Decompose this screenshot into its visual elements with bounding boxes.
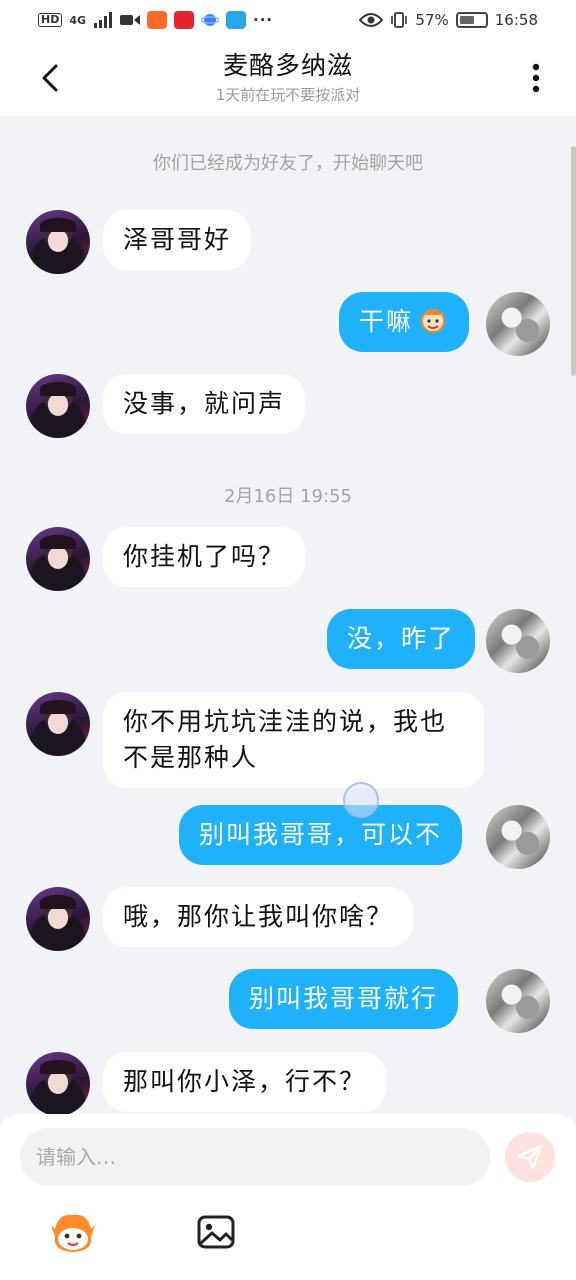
- sticker-face-icon: [421, 309, 446, 333]
- contact-avatar[interactable]: [26, 1052, 90, 1114]
- outgoing-message[interactable]: 没，昨了: [327, 609, 476, 669]
- battery-percent: 57%: [415, 11, 449, 29]
- vibrate-icon: [391, 12, 408, 28]
- outgoing-message[interactable]: 别叫我哥哥，可以不: [179, 805, 463, 865]
- contact-avatar[interactable]: [26, 527, 90, 591]
- more-options-button[interactable]: [516, 58, 556, 98]
- image-button[interactable]: [194, 1210, 238, 1254]
- contact-avatar[interactable]: [26, 374, 90, 438]
- eye-icon: [359, 13, 384, 27]
- message-list[interactable]: 你们已经成为好友了，开始聊天吧 泽哥哥好 干嘛 没事，就问声 2月16日 19:…: [0, 116, 576, 1114]
- contact-avatar[interactable]: [26, 210, 90, 274]
- timestamp: 2月16日 19:55: [224, 486, 352, 507]
- outgoing-message[interactable]: 别叫我哥哥就行: [229, 969, 459, 1029]
- my-avatar[interactable]: [486, 805, 550, 869]
- signal-icon: [94, 12, 113, 28]
- more-notifications: ···: [253, 11, 274, 29]
- app-notification-icon: [174, 11, 195, 29]
- page-title: 麦酪多纳滋: [222, 51, 353, 80]
- chat-header: 麦酪多纳滋 1天前在玩不要按派对: [0, 40, 576, 116]
- composer: [0, 1114, 576, 1280]
- send-button[interactable]: [505, 1132, 555, 1182]
- send-icon: [517, 1144, 543, 1170]
- image-icon: [197, 1215, 235, 1249]
- incoming-message[interactable]: 泽哥哥好: [103, 210, 252, 270]
- hd-badge: HD: [38, 13, 63, 27]
- incoming-message[interactable]: 哦，那你让我叫你啥？: [103, 887, 414, 947]
- contact-avatar[interactable]: [26, 887, 90, 951]
- outgoing-message[interactable]: 干嘛: [339, 292, 470, 352]
- incoming-message[interactable]: 那叫你小泽，行不？: [103, 1052, 387, 1112]
- status-left: HD 4G ···: [38, 11, 273, 29]
- status-right: 57% 16:58: [359, 11, 538, 29]
- message-text: 干嘛: [359, 307, 414, 336]
- system-message: 你们已经成为好友了，开始聊天吧: [153, 153, 423, 174]
- contact-status: 1天前在玩不要按派对: [215, 86, 361, 104]
- incoming-message[interactable]: 没事，就问声: [103, 374, 306, 434]
- app-notification-icon: [147, 11, 168, 29]
- clock: 16:58: [494, 11, 538, 29]
- touch-indicator: [343, 782, 379, 818]
- sticker-face-icon: [51, 1214, 95, 1252]
- scrollbar[interactable]: [571, 146, 576, 376]
- app-notification-icon: [226, 11, 247, 29]
- incoming-message[interactable]: 你不用坑坑洼洼的说，我也不是那种人: [103, 692, 484, 788]
- planet-icon: [201, 14, 220, 26]
- video-call-icon: [120, 15, 141, 25]
- incoming-message[interactable]: 你挂机了吗？: [103, 527, 306, 587]
- status-bar: HD 4G ··· 57% 16:58: [0, 0, 576, 40]
- message-input[interactable]: [20, 1128, 490, 1186]
- my-avatar[interactable]: [486, 969, 550, 1033]
- battery-icon: [455, 12, 488, 28]
- sticker-button[interactable]: [48, 1208, 98, 1258]
- my-avatar[interactable]: [486, 292, 550, 356]
- contact-avatar[interactable]: [26, 692, 90, 756]
- network-label: 4G: [69, 13, 87, 27]
- vertical-dots-icon: [532, 63, 540, 93]
- my-avatar[interactable]: [486, 609, 550, 673]
